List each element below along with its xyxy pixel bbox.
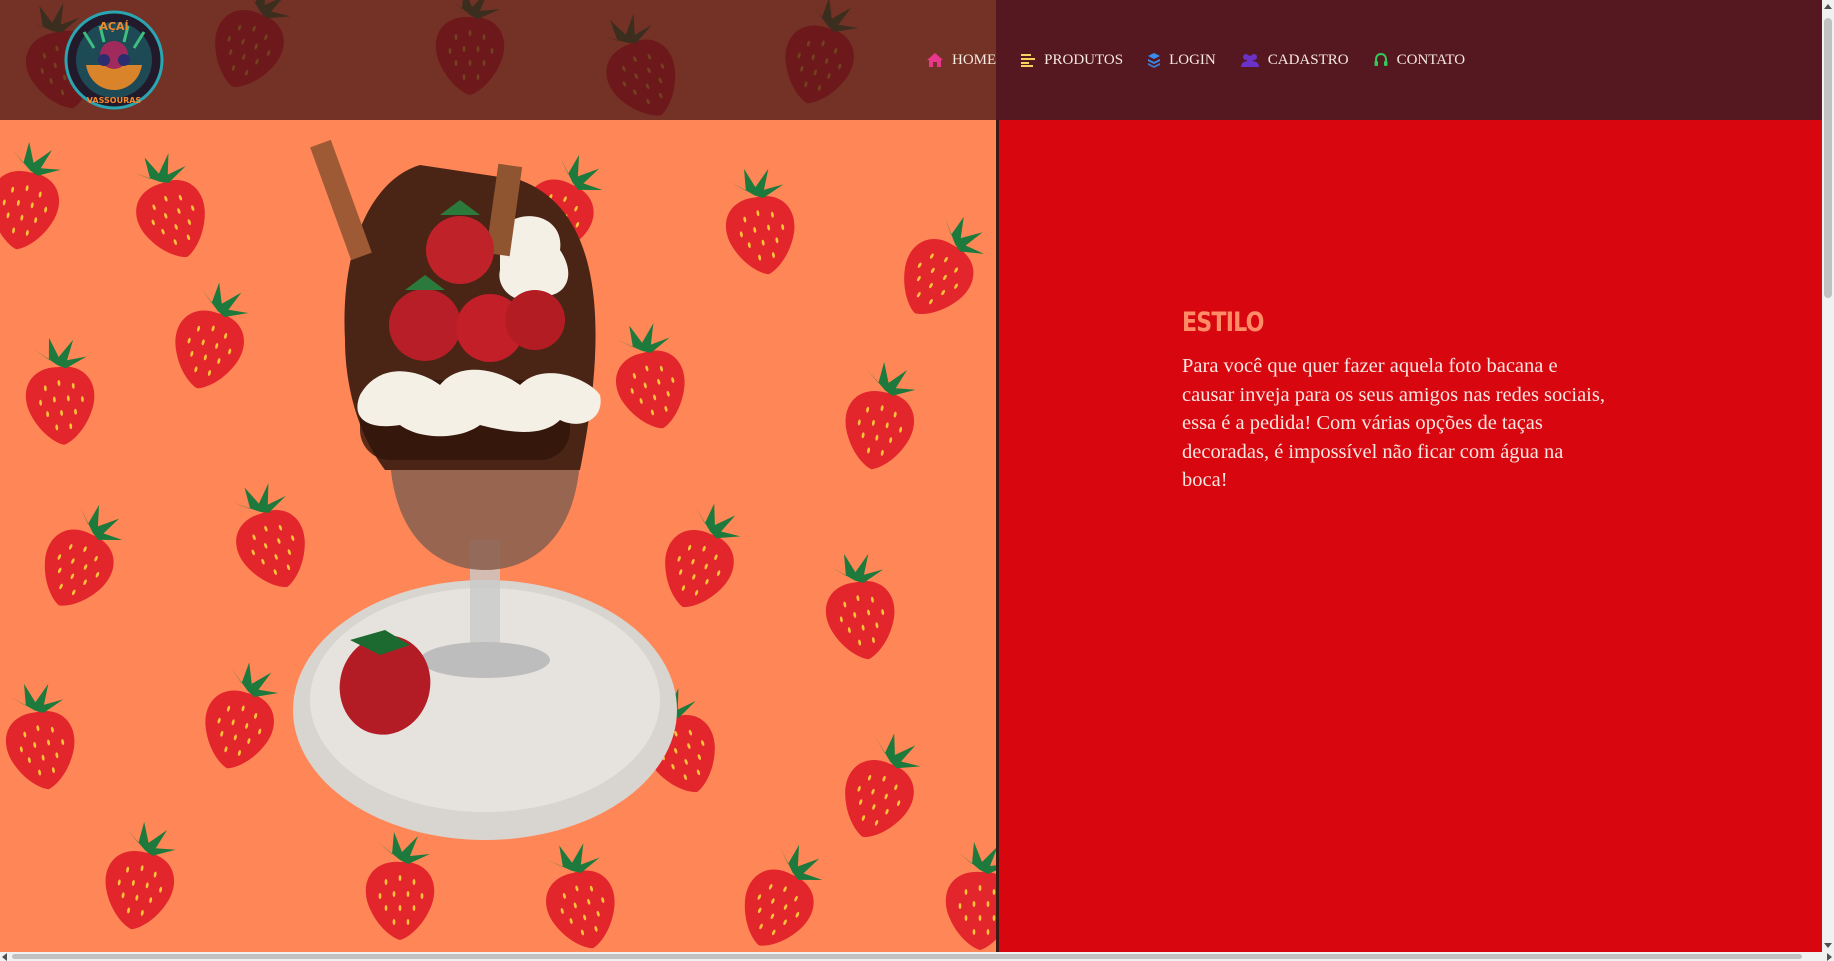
nav-login-label: LOGIN xyxy=(1169,51,1216,68)
hero-image-panel xyxy=(0,0,996,952)
scroll-left-arrow-icon[interactable] xyxy=(2,953,7,961)
headset-icon xyxy=(1374,52,1388,66)
list-icon xyxy=(1021,54,1036,67)
section-title: ESTILO xyxy=(1182,307,1264,338)
feature-text-block: ESTILO Para você que quer fazer aquela f… xyxy=(1182,307,1612,495)
acai-logo[interactable]: AÇAÍ VASSOURAS xyxy=(64,10,164,110)
nav-cadastro[interactable]: CADASTRO xyxy=(1240,52,1349,69)
nav-home[interactable]: HOME xyxy=(926,52,996,69)
vertical-scrollbar[interactable] xyxy=(1822,0,1834,952)
nav-home-label: HOME xyxy=(952,51,997,68)
scroll-right-arrow-icon[interactable] xyxy=(1827,953,1832,961)
nav-contato-label: CONTATO xyxy=(1396,51,1466,68)
nav-contato[interactable]: CONTATO xyxy=(1373,51,1466,69)
home-icon xyxy=(927,53,943,67)
acai-bowl-logo-icon: AÇAÍ VASSOURAS xyxy=(64,10,164,110)
horizontal-scroll-thumb[interactable] xyxy=(12,954,1802,959)
scroll-down-arrow-icon[interactable] xyxy=(1824,943,1832,948)
nav-cadastro-label: CADASTRO xyxy=(1267,51,1349,68)
scroll-up-arrow-icon[interactable] xyxy=(1824,4,1832,9)
nav-produtos-label: PRODUTOS xyxy=(1044,51,1124,68)
site-header: AÇAÍ VASSOURAS HOME PRODUTOS LOGIN CADAS… xyxy=(0,0,1822,120)
sundae-illustration xyxy=(293,139,677,840)
main-nav: HOME PRODUTOS LOGIN CADASTRO CONTATO xyxy=(926,45,1489,75)
users-icon xyxy=(1240,54,1259,67)
layers-icon xyxy=(1148,53,1161,68)
vertical-scroll-thumb[interactable] xyxy=(1824,18,1832,298)
nav-login[interactable]: LOGIN xyxy=(1147,52,1216,69)
nav-produtos[interactable]: PRODUTOS xyxy=(1020,52,1123,69)
strawberry-pattern-background xyxy=(0,0,996,952)
logo-bottom-text: VASSOURAS xyxy=(87,96,142,105)
section-body-text: Para você que quer fazer aquela foto bac… xyxy=(1182,355,1605,491)
horizontal-scrollbar[interactable] xyxy=(0,952,1834,961)
logo-top-text: AÇAÍ xyxy=(99,20,128,33)
